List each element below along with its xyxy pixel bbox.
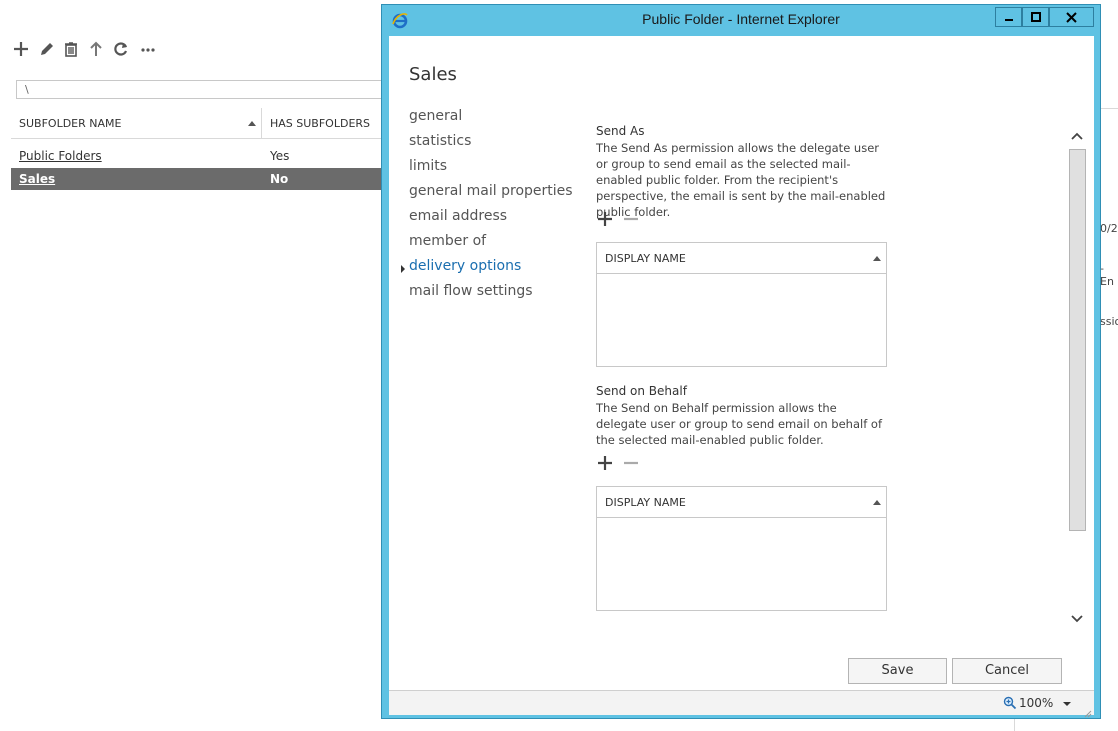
column-divider: [261, 108, 262, 139]
send-as-list[interactable]: DISPLAY NAME: [596, 242, 887, 367]
zoom-level: 100%: [1019, 696, 1054, 710]
row-has-subfolders: Yes: [270, 149, 290, 163]
column-subfolder-name[interactable]: SUBFOLDER NAME: [19, 108, 121, 139]
status-bar: 100%: [389, 690, 1094, 718]
send-as-column-display-name[interactable]: DISPLAY NAME: [597, 243, 886, 274]
nav-mail-flow-settings[interactable]: mail flow settings: [409, 283, 533, 299]
close-button[interactable]: [1049, 7, 1094, 27]
nav-limits[interactable]: limits: [409, 158, 447, 174]
edge-text: 0/2: [1100, 222, 1118, 235]
row-name[interactable]: Public Folders: [19, 145, 102, 167]
sort-up-icon: [248, 121, 256, 126]
send-on-behalf-list[interactable]: DISPLAY NAME: [596, 486, 887, 611]
active-nav-arrow-icon: [401, 265, 405, 273]
send-on-behalf-remove-icon[interactable]: [623, 455, 639, 475]
divider: [1101, 108, 1118, 109]
edit-icon[interactable]: [37, 40, 57, 62]
scroll-up-icon[interactable]: [1070, 129, 1084, 145]
window-title-bar[interactable]: Public Folder - Internet Explorer: [382, 5, 1100, 37]
scroll-down-icon[interactable]: [1070, 612, 1084, 628]
scrollbar-thumb[interactable]: [1069, 149, 1086, 531]
send-on-behalf-title: Send on Behalf: [596, 384, 687, 398]
nav-statistics[interactable]: statistics: [409, 133, 471, 149]
folder-grid-header: SUBFOLDER NAME HAS SUBFOLDERS: [11, 108, 386, 139]
minimize-button[interactable]: [995, 7, 1022, 27]
nav-member-of[interactable]: member of: [409, 233, 486, 249]
edge-text: ssio: [1100, 315, 1118, 328]
send-on-behalf-column-display-name[interactable]: DISPLAY NAME: [597, 487, 886, 518]
resize-grip-icon[interactable]: [1082, 703, 1092, 722]
nav-general-mail-properties[interactable]: general mail properties: [409, 183, 573, 199]
more-icon[interactable]: [138, 40, 158, 62]
folder-path-field[interactable]: \: [16, 80, 386, 99]
move-up-icon[interactable]: [86, 40, 106, 62]
ie-popup-window: Public Folder - Internet Explorer Sales …: [381, 4, 1101, 719]
zoom-dropdown-icon[interactable]: [1063, 702, 1071, 706]
send-as-title: Send As: [596, 124, 645, 138]
zoom-icon[interactable]: [1003, 695, 1017, 714]
window-title: Public Folder - Internet Explorer: [642, 11, 840, 27]
dialog-title: Sales: [409, 64, 457, 85]
edge-text: - En: [1100, 262, 1114, 288]
sort-up-icon: [873, 256, 881, 261]
refresh-icon[interactable]: [111, 40, 131, 62]
add-icon[interactable]: [11, 40, 31, 62]
delete-icon[interactable]: [61, 40, 81, 62]
save-button[interactable]: Save: [848, 658, 947, 684]
sort-up-icon: [873, 500, 881, 505]
table-row[interactable]: Public Folders Yes: [11, 145, 386, 167]
nav-general[interactable]: general: [409, 108, 462, 124]
cancel-button[interactable]: Cancel: [952, 658, 1062, 684]
nav-delivery-options[interactable]: delivery options: [409, 258, 521, 274]
dialog-content: Sales general statistics limits general …: [389, 36, 1094, 690]
nav-email-address[interactable]: email address: [409, 208, 507, 224]
send-on-behalf-description: The Send on Behalf permission allows the…: [596, 401, 883, 447]
send-on-behalf-add-icon[interactable]: [597, 455, 613, 475]
send-as-add-icon[interactable]: [597, 211, 613, 231]
maximize-button[interactable]: [1022, 7, 1049, 27]
column-has-subfolders[interactable]: HAS SUBFOLDERS: [270, 108, 370, 139]
table-row-selected[interactable]: Sales No: [11, 168, 386, 190]
divider: [1014, 719, 1015, 731]
row-has-subfolders: No: [270, 172, 289, 186]
row-name[interactable]: Sales: [19, 168, 55, 190]
send-as-remove-icon[interactable]: [623, 211, 639, 231]
send-as-description: The Send As permission allows the delega…: [596, 141, 886, 219]
